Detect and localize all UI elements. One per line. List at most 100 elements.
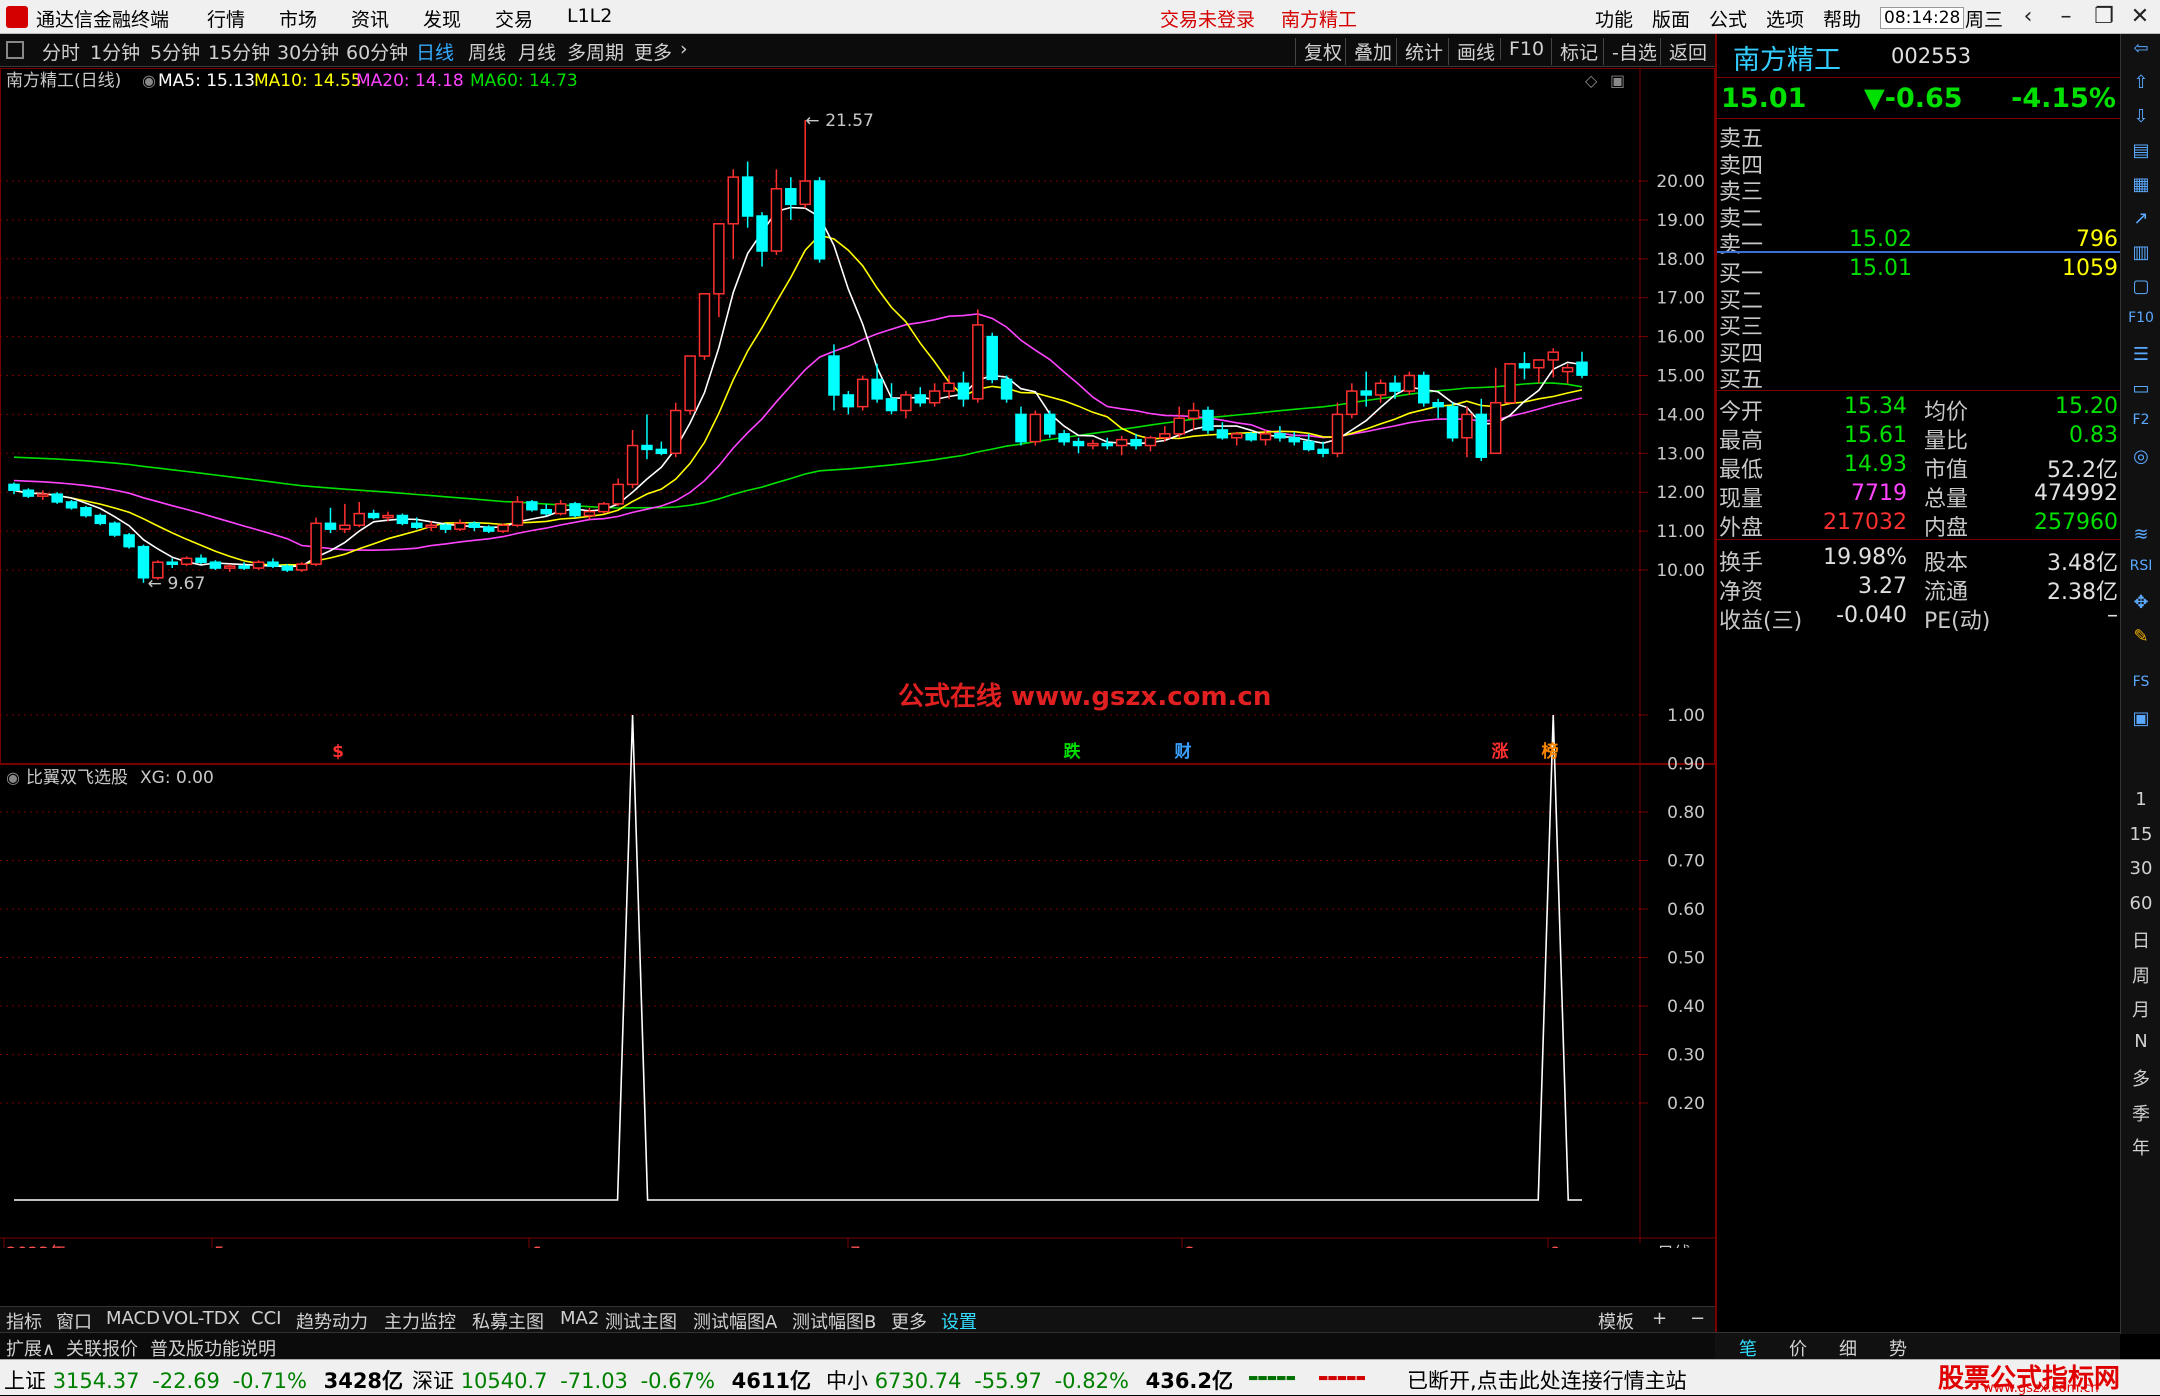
extension-tab[interactable]: 关联报价: [66, 1335, 138, 1361]
menu-layout[interactable]: 版面: [1652, 5, 1690, 32]
move-icon[interactable]: ✥: [2121, 592, 2160, 613]
period-shortcut[interactable]: 多: [2121, 1065, 2160, 1091]
indicator-tab[interactable]: 窗口: [56, 1308, 92, 1334]
sell-level-row[interactable]: 卖五: [1717, 121, 2122, 152]
expand-icon[interactable]: ◇: [1585, 71, 1598, 90]
tool-stats[interactable]: 统计: [1396, 38, 1443, 65]
restore-icon[interactable]: ❐: [2086, 2, 2122, 32]
period-shortcut[interactable]: 月: [2121, 996, 2160, 1022]
event-markers[interactable]: $ 跌 财 涨 榜: [332, 741, 1558, 762]
menu-help[interactable]: 帮助: [1823, 5, 1861, 32]
menu-formula[interactable]: 公式: [1709, 5, 1747, 32]
period-1min[interactable]: 1分钟: [90, 38, 140, 65]
close-icon[interactable]: ✕: [2122, 2, 2158, 32]
sell-level-row[interactable]: 卖三: [1717, 174, 2122, 205]
menu-news[interactable]: 资讯: [351, 5, 389, 32]
period-shortcut[interactable]: 1: [2121, 789, 2160, 810]
arrow-down-icon[interactable]: ⇩: [2121, 106, 2160, 127]
indicator-menu-icon[interactable]: ◉: [6, 768, 20, 787]
period-shortcut[interactable]: N: [2121, 1031, 2160, 1052]
tab-tool[interactable]: −: [1690, 1308, 1705, 1329]
connection-status[interactable]: 已断开,点击此处连接行情主站: [1407, 1365, 1687, 1395]
doc-icon[interactable]: ▢: [2121, 276, 2160, 297]
sell-level-row[interactable]: 卖四: [1717, 148, 2122, 179]
menu-market[interactable]: 市场: [279, 5, 317, 32]
period-15min[interactable]: 15分钟: [208, 38, 270, 65]
menu-discover[interactable]: 发现: [423, 5, 461, 32]
login-status[interactable]: 交易未登录: [1160, 5, 1255, 32]
chart-menu-icon[interactable]: ◉: [142, 71, 156, 90]
period-shortcut[interactable]: 15: [2121, 824, 2160, 845]
indicator-tab[interactable]: 主力监控: [384, 1308, 456, 1334]
indicator-tab[interactable]: 趋势动力: [296, 1308, 368, 1334]
indicator-tab[interactable]: 设置: [941, 1308, 977, 1334]
chart-area[interactable]: 20.00 19.00 18.00 17.00 16.00 15.00 14.00 13.00…: [0, 68, 1715, 1264]
sell-level-row[interactable]: 卖二: [1717, 201, 2122, 232]
indicator-tab[interactable]: 指标: [6, 1308, 42, 1334]
menu-l1l2[interactable]: L1L2: [567, 5, 612, 27]
tool-adjust[interactable]: 复权: [1295, 38, 1342, 65]
quote-tab[interactable]: 价: [1789, 1335, 1807, 1361]
panel-toggle-icon[interactable]: [6, 41, 24, 59]
extension-tab[interactable]: 扩展∧: [6, 1335, 55, 1361]
indicator-tab[interactable]: MA2: [560, 1308, 599, 1329]
buy-level-row[interactable]: 买四: [1717, 336, 2122, 367]
indicator-tab[interactable]: 测试幅图A: [693, 1308, 777, 1334]
quote-tab[interactable]: 细: [1839, 1335, 1857, 1361]
grid-icon[interactable]: ▦: [2121, 174, 2160, 195]
kline-icon[interactable]: ▥: [2121, 242, 2160, 263]
buy-level-row[interactable]: 买一 15.01 1059: [1717, 256, 2122, 287]
period-5min[interactable]: 5分钟: [150, 38, 200, 65]
f10-icon[interactable]: F10: [2121, 310, 2160, 326]
chevron-right-icon[interactable]: ›: [680, 38, 688, 60]
rsi-icon[interactable]: RSI: [2121, 558, 2160, 574]
tool-overlay[interactable]: 叠加: [1345, 38, 1392, 65]
period-monthly[interactable]: 月线: [518, 38, 556, 65]
picture-icon[interactable]: ▣: [2121, 708, 2160, 729]
period-shortcut[interactable]: 60: [2121, 893, 2160, 914]
indicator-icon[interactable]: ≋: [2121, 524, 2160, 545]
period-shortcut[interactable]: 年: [2121, 1134, 2160, 1160]
indicator-tab[interactable]: VOL-TDX: [162, 1308, 240, 1329]
menu-trade[interactable]: 交易: [495, 5, 533, 32]
tool-back[interactable]: 返回: [1660, 38, 1707, 65]
arrow-left-icon[interactable]: ⇦: [2121, 38, 2160, 59]
period-multi[interactable]: 多周期: [567, 38, 624, 65]
f2-icon[interactable]: F2: [2121, 412, 2160, 428]
period-tick[interactable]: 分时: [42, 38, 80, 65]
period-more[interactable]: 更多: [634, 38, 672, 65]
period-30min[interactable]: 30分钟: [277, 38, 339, 65]
back-icon[interactable]: ‹: [2010, 2, 2046, 32]
indicator-tab[interactable]: MACD: [106, 1308, 160, 1329]
event-marker[interactable]: 涨: [1492, 742, 1509, 762]
kline-svg[interactable]: 20.00 19.00 18.00 17.00 16.00 15.00 14.00 13.00…: [0, 68, 1715, 1264]
period-shortcut[interactable]: 周: [2121, 962, 2160, 988]
tool-draw[interactable]: 画线: [1448, 38, 1495, 65]
event-marker[interactable]: 跌: [1064, 742, 1082, 762]
fs-icon[interactable]: FS: [2121, 674, 2160, 690]
indicator-tab[interactable]: 更多: [891, 1308, 927, 1334]
chart-icon[interactable]: ▤: [2121, 140, 2160, 161]
minimize-icon[interactable]: –: [2048, 2, 2084, 32]
buy-level-row[interactable]: 买五: [1717, 362, 2122, 393]
indicator-tab[interactable]: CCI: [251, 1308, 281, 1329]
indicator-tab[interactable]: 私募主图: [472, 1308, 544, 1334]
file-icon[interactable]: ▭: [2121, 378, 2160, 399]
index-quote[interactable]: 上证 3154.37 -22.69 -0.71% 3428亿: [4, 1365, 403, 1395]
buy-level-row[interactable]: 买三: [1717, 309, 2122, 340]
period-shortcut[interactable]: 30: [2121, 858, 2160, 879]
event-marker[interactable]: $: [332, 742, 344, 762]
tool-remove-watchlist[interactable]: -自选: [1603, 38, 1657, 65]
window-icon[interactable]: ▣: [1610, 71, 1625, 90]
quote-tab[interactable]: 笔: [1739, 1335, 1757, 1361]
tool-f10[interactable]: F10: [1500, 38, 1544, 60]
list-icon[interactable]: ☰: [2121, 344, 2160, 365]
trend-icon[interactable]: ↗: [2121, 208, 2160, 229]
indicator-tab[interactable]: 测试主图: [605, 1308, 677, 1334]
period-shortcut[interactable]: 日: [2121, 927, 2160, 953]
extension-tab[interactable]: 普及版功能说明: [150, 1335, 276, 1361]
tool-mark[interactable]: 标记: [1551, 38, 1598, 65]
quote-tab[interactable]: 势: [1889, 1335, 1907, 1361]
event-marker[interactable]: 榜: [1542, 741, 1559, 762]
period-shortcut[interactable]: 季: [2121, 1100, 2160, 1126]
